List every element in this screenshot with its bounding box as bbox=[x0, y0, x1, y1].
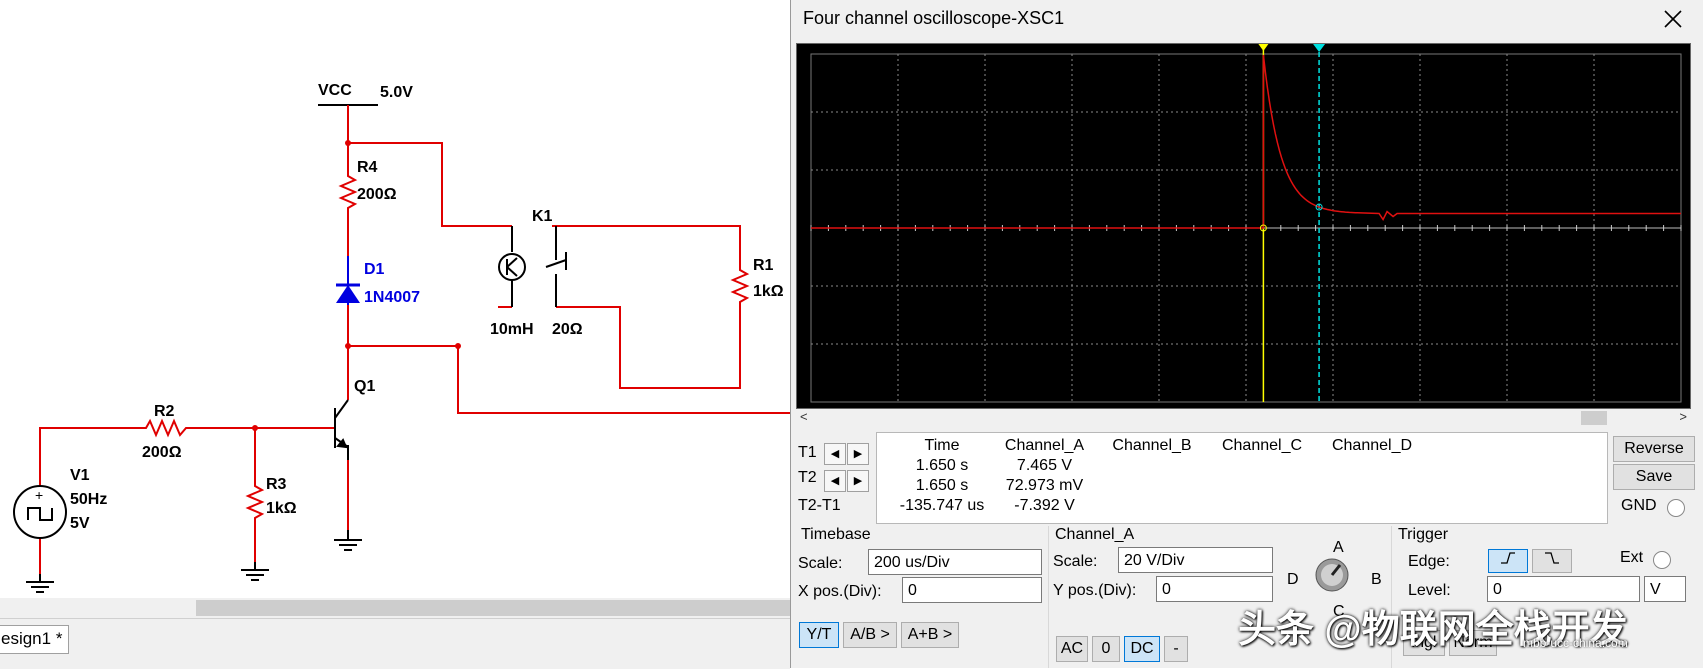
timebase-scale-label: Scale: bbox=[798, 555, 843, 572]
design-tab[interactable]: esign1 * bbox=[0, 625, 70, 654]
readout-t2-time: 1.650 s bbox=[915, 477, 969, 494]
k1-resistance: 20Ω bbox=[552, 321, 583, 338]
ext-label: Ext bbox=[1620, 549, 1644, 566]
k1-name: K1 bbox=[532, 208, 553, 225]
scope-display bbox=[810, 44, 1682, 403]
t1-right-button[interactable]: ▶ bbox=[847, 443, 869, 465]
divider bbox=[1048, 526, 1049, 668]
svg-text:+: + bbox=[35, 487, 43, 503]
t1-left-button[interactable]: ◀ bbox=[824, 443, 846, 465]
readout-header: Channel_B bbox=[1112, 437, 1192, 454]
cursor-t2-marker bbox=[1313, 44, 1326, 52]
scroll-right-icon[interactable]: > bbox=[1679, 409, 1687, 424]
scope-screen[interactable] bbox=[796, 43, 1691, 409]
mode-yt-button[interactable]: Y/T bbox=[799, 622, 839, 648]
rising-edge-button[interactable] bbox=[1488, 549, 1528, 573]
trigger-title: Trigger bbox=[1398, 526, 1449, 543]
readout-header: Channel_A bbox=[1004, 437, 1085, 454]
coupling-dc-button[interactable]: DC bbox=[1124, 636, 1160, 662]
voltage-source-v1: + bbox=[13, 485, 67, 539]
d1-name: D1 bbox=[364, 261, 385, 278]
readout-header: Time bbox=[924, 437, 960, 454]
save-button[interactable]: Save bbox=[1613, 464, 1695, 490]
readout-t2-cha: 72.973 mV bbox=[1005, 477, 1084, 494]
readout-diff-time: -135.747 us bbox=[899, 497, 985, 514]
channel-selector-knob-icon[interactable] bbox=[1313, 556, 1351, 594]
readout-diff-cha: -7.392 V bbox=[1014, 497, 1075, 514]
readout-header: Channel_D bbox=[1331, 437, 1413, 454]
timebase-scale-field[interactable]: 200 us/Div bbox=[868, 549, 1042, 575]
invert-button[interactable]: - bbox=[1164, 636, 1188, 662]
r4-name: R4 bbox=[357, 159, 378, 176]
y-position-label: Y pos.(Div): bbox=[1053, 582, 1137, 599]
v1-freq: 50Hz bbox=[70, 491, 107, 508]
coupling-ac-button[interactable]: AC bbox=[1056, 636, 1088, 662]
close-icon[interactable] bbox=[1660, 6, 1686, 32]
hscroll-thumb[interactable] bbox=[196, 600, 790, 616]
window-title: Four channel oscilloscope-XSC1 bbox=[803, 8, 1065, 28]
wires bbox=[39, 105, 790, 574]
knob-label-d: D bbox=[1287, 571, 1299, 588]
falling-edge-icon bbox=[1545, 552, 1559, 564]
q1-name: Q1 bbox=[354, 378, 375, 395]
ext-trigger-terminal[interactable] bbox=[1653, 551, 1671, 569]
knob-label-b: B bbox=[1371, 571, 1382, 588]
readout-t1-cha: 7.465 V bbox=[1016, 457, 1073, 474]
gnd-terminal[interactable] bbox=[1667, 499, 1685, 517]
relay-k1 bbox=[498, 226, 567, 307]
x-position-field[interactable]: 0 bbox=[902, 577, 1042, 603]
cursor-t1-marker bbox=[1258, 44, 1269, 51]
x-position-label: X pos.(Div): bbox=[798, 583, 882, 600]
knob-label-a: A bbox=[1333, 539, 1344, 556]
r3-name: R3 bbox=[266, 476, 287, 493]
t2-right-button[interactable]: ▶ bbox=[847, 470, 869, 492]
rising-edge-icon bbox=[1501, 552, 1515, 564]
scope-scroll-thumb[interactable] bbox=[1581, 411, 1607, 425]
t2-t1-label: T2-T1 bbox=[798, 497, 841, 514]
reverse-button[interactable]: Reverse bbox=[1613, 436, 1695, 462]
r2-value: 200Ω bbox=[142, 444, 182, 461]
ground-symbols bbox=[26, 530, 362, 593]
gnd-label: GND bbox=[1621, 497, 1657, 514]
vcc-value: 5.0V bbox=[380, 84, 413, 101]
r1-value: 1kΩ bbox=[753, 283, 784, 300]
t2-label: T2 bbox=[798, 469, 817, 486]
scope-scrollbar[interactable]: < > bbox=[796, 409, 1689, 427]
readout-header: Channel_C bbox=[1221, 437, 1303, 454]
r1-name: R1 bbox=[753, 257, 774, 274]
mode-ab-button[interactable]: A/B > bbox=[843, 622, 897, 648]
channel-title: Channel_A bbox=[1055, 526, 1135, 543]
mode-a-plus-b-button[interactable]: A+B > bbox=[901, 622, 959, 648]
design-tab-bar: esign1 * bbox=[0, 618, 790, 669]
t1-label: T1 bbox=[798, 444, 817, 461]
falling-edge-button[interactable] bbox=[1532, 549, 1572, 573]
watermark-url: mbb-ucc-china.com bbox=[1523, 636, 1628, 650]
v1-name: V1 bbox=[70, 467, 90, 484]
oscilloscope-window: Four channel oscilloscope-XSC1 < > T1 ◀ … bbox=[790, 0, 1703, 668]
r4-value: 200Ω bbox=[357, 186, 397, 203]
trigger-level-unit[interactable]: V bbox=[1644, 576, 1686, 602]
k1-inductance: 10mH bbox=[490, 321, 534, 338]
edge-label: Edge: bbox=[1408, 553, 1450, 570]
coupling-zero-button[interactable]: 0 bbox=[1092, 636, 1120, 662]
transistor-q1 bbox=[334, 399, 349, 460]
r3-value: 1kΩ bbox=[266, 500, 297, 517]
t2-left-button[interactable]: ◀ bbox=[824, 470, 846, 492]
d1-model: 1N4007 bbox=[364, 289, 420, 306]
r2-name: R2 bbox=[154, 403, 175, 420]
cursor-readout-table: Time Channel_A Channel_B Channel_C Chann… bbox=[876, 432, 1608, 524]
readout-t1-time: 1.650 s bbox=[915, 457, 969, 474]
channel-scale-field[interactable]: 20 V/Div bbox=[1118, 547, 1273, 573]
schematic-canvas: VCC 5.0V R4 200Ω D1 1N4007 Q1 R2 200Ω R3… bbox=[13, 82, 790, 593]
scroll-left-icon[interactable]: < bbox=[800, 409, 808, 424]
v1-amp: 5V bbox=[70, 515, 90, 532]
timebase-title: Timebase bbox=[801, 526, 871, 543]
schematic-hscrollbar[interactable] bbox=[0, 598, 790, 618]
channel-scale-label: Scale: bbox=[1053, 553, 1098, 570]
vcc-label: VCC bbox=[318, 82, 352, 99]
diode-d1 bbox=[336, 256, 360, 305]
